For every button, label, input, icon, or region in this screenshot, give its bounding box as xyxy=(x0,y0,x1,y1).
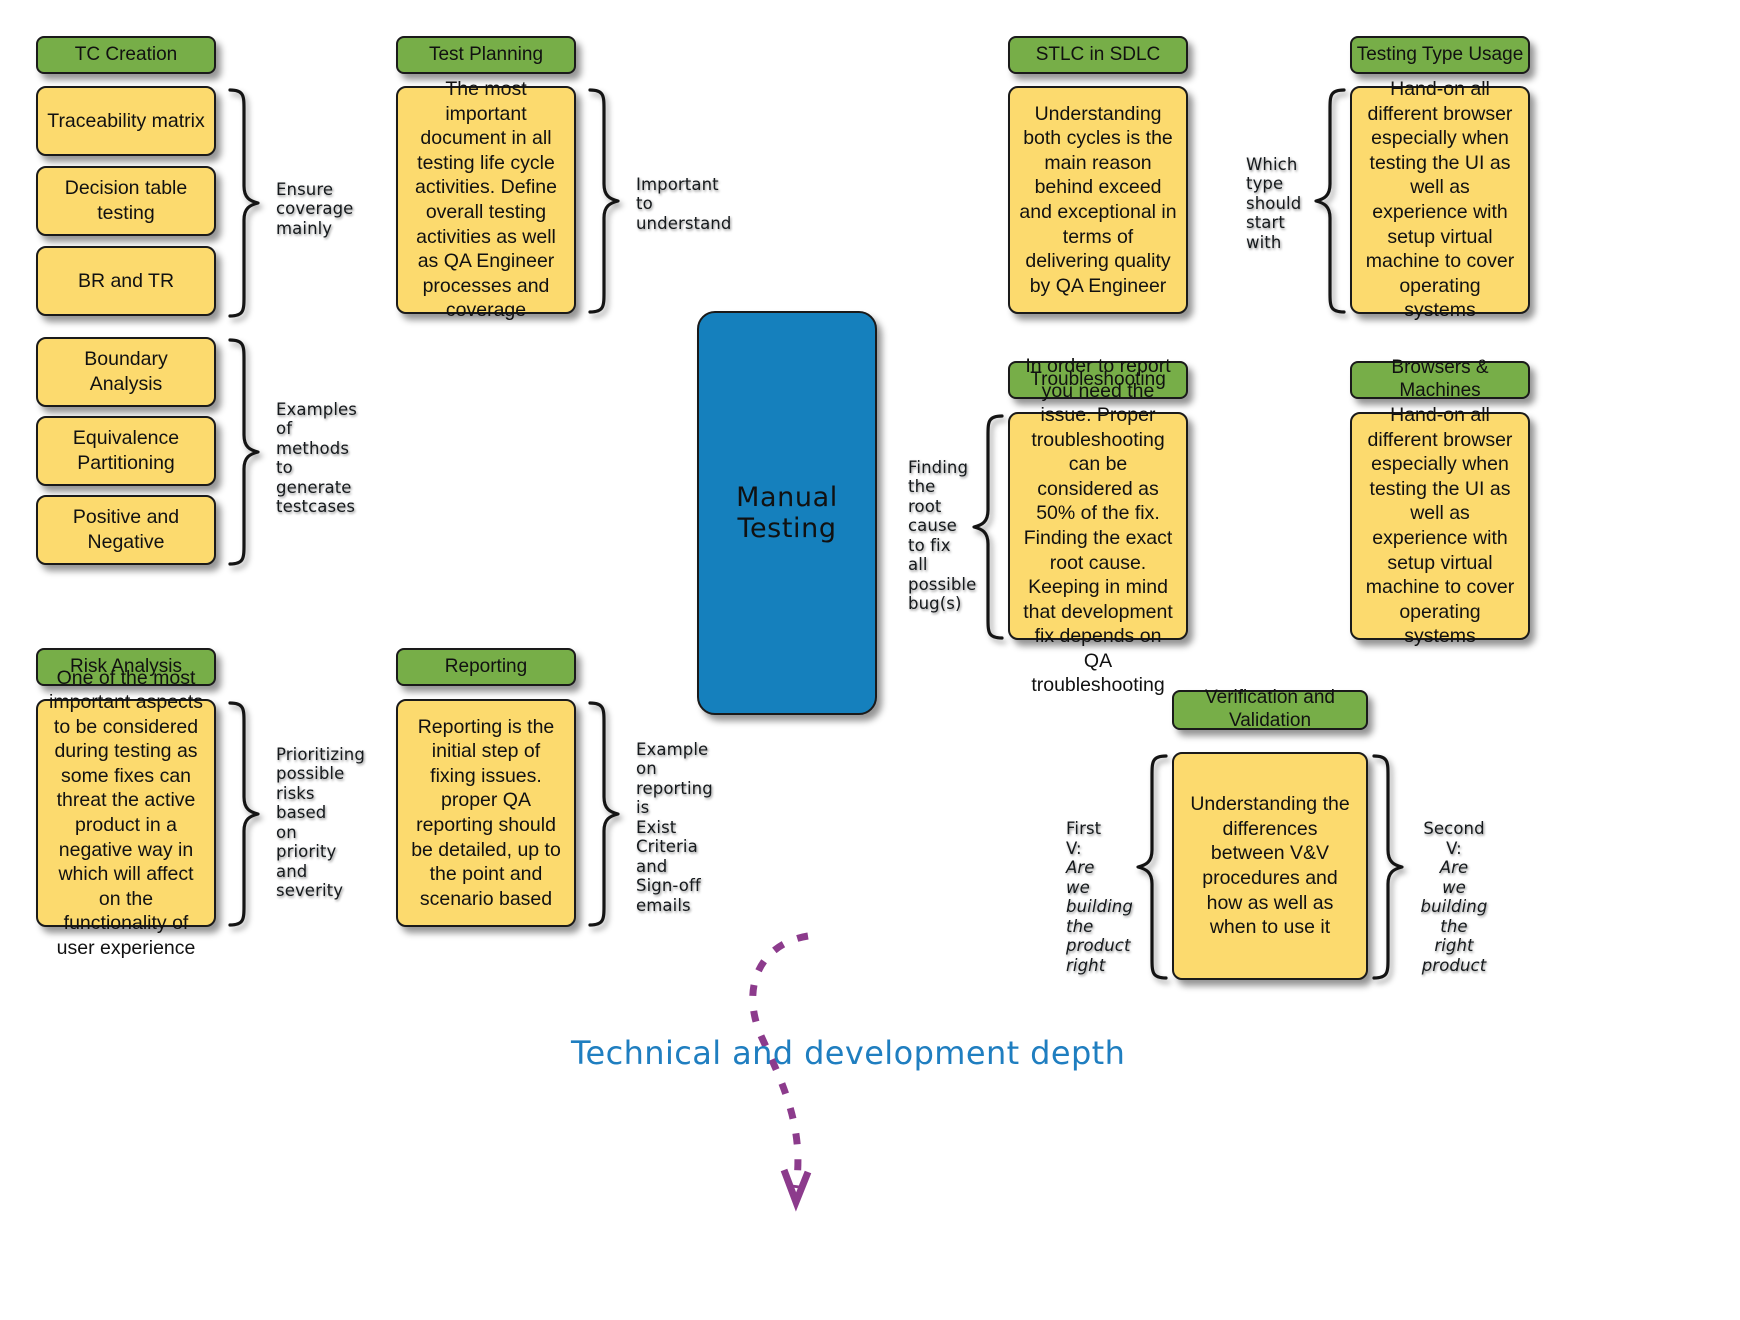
annotation-important-to-understand: Important to understand xyxy=(636,175,732,233)
node-leaf-decision-table-testing[interactable]: Decision table testing xyxy=(36,166,216,236)
node-body-stlc-in-sdlc[interactable]: Understanding both cycles is the main re… xyxy=(1008,86,1188,314)
brace-test-planning xyxy=(588,88,620,314)
node-body-risk-analysis[interactable]: One of the most important aspects to be … xyxy=(36,667,216,959)
node-body-text: Hand-on all different browser especially… xyxy=(1365,404,1515,648)
node-header-testing-type-usage[interactable]: Testing Type Usage xyxy=(1350,36,1530,74)
diagram-caption: Technical and development depth xyxy=(571,1034,1126,1072)
node-center-label: Manual Testing xyxy=(736,482,838,544)
node-leaf-traceability-matrix[interactable]: Traceability matrix xyxy=(36,86,216,156)
annotation-prioritizing-risks: Prioritizing possible risks based on pri… xyxy=(276,745,365,901)
mindmap-canvas: TC Creation Traceability matrix Decision… xyxy=(0,0,1740,1320)
node-header-label: Browsers & Machines xyxy=(1391,357,1489,401)
annotation-second-v-question: Are we building the right product xyxy=(1420,858,1488,975)
node-header-stlc-in-sdlc[interactable]: STLC in SDLC xyxy=(1008,36,1188,74)
node-leaf-label: BR and TR xyxy=(77,269,175,292)
node-body-reporting[interactable]: Reporting is the initial step of fixing … xyxy=(396,699,576,927)
node-leaf-label: Decision table testing xyxy=(64,177,188,224)
annotation-examples-of-methods: Examples of methods to generate testcase… xyxy=(276,400,357,517)
brace-verification-right xyxy=(1372,754,1404,980)
brace-risk-analysis xyxy=(228,701,260,927)
brace-tc-coverage xyxy=(228,88,260,318)
brace-reporting xyxy=(588,701,620,927)
annotation-first-v: First V: Are we building the product rig… xyxy=(1066,800,1136,995)
annotation-first-v-title: First V: xyxy=(1066,819,1102,858)
node-header-label: Reporting xyxy=(444,655,528,677)
node-body-text: In order to report you need the issue. P… xyxy=(1023,355,1173,697)
node-header-reporting[interactable]: Reporting xyxy=(396,648,576,686)
node-leaf-br-and-tr[interactable]: BR and TR xyxy=(36,246,216,316)
node-header-browsers-and-machines[interactable]: Browsers & Machines xyxy=(1350,357,1530,401)
node-leaf-label: Boundary Analysis xyxy=(84,348,168,395)
node-header-label: Testing Type Usage xyxy=(1356,43,1524,65)
node-header-label: Test Planning xyxy=(428,43,544,65)
node-body-text: Reporting is the initial step of fixing … xyxy=(411,715,561,910)
node-body-text: The most important document in all testi… xyxy=(415,78,557,322)
node-body-text: Understanding the differences between V&… xyxy=(1190,793,1350,939)
node-leaf-label: Positive and Negative xyxy=(72,506,180,553)
node-body-verification-and-validation[interactable]: Understanding the differences between V&… xyxy=(1172,752,1368,980)
node-body-test-planning[interactable]: The most important document in all testi… xyxy=(396,78,576,321)
node-leaf-equivalence-partitioning[interactable]: Equivalence Partitioning xyxy=(36,416,216,486)
node-header-label: STLC in SDLC xyxy=(1035,43,1161,65)
annotation-finding-the-root-cause: Finding the root cause to fix all possib… xyxy=(908,458,977,614)
annotation-second-v: Second V: Are we building the right prod… xyxy=(1412,800,1496,995)
node-body-text: Understanding both cycles is the main re… xyxy=(1019,102,1177,297)
node-leaf-boundary-analysis[interactable]: Boundary Analysis xyxy=(36,337,216,407)
annotation-first-v-question: Are we building the product right xyxy=(1066,858,1133,975)
node-leaf-label: Equivalence Partitioning xyxy=(72,427,180,474)
annotation-example-on-reporting: Example on reporting is Exist Criteria a… xyxy=(636,740,713,915)
dashed-flow-arrow xyxy=(749,932,812,1212)
node-header-verification-and-validation[interactable]: Verification and Validation xyxy=(1172,687,1368,731)
node-leaf-positive-and-negative[interactable]: Positive and Negative xyxy=(36,495,216,565)
node-leaf-label: Traceability matrix xyxy=(47,109,205,132)
brace-tc-methods xyxy=(228,338,260,566)
annotation-which-type-should-start-with: Which type should start with xyxy=(1246,155,1302,252)
node-header-label: Verification and Validation xyxy=(1205,687,1335,731)
node-body-browsers-and-machines[interactable]: Hand-on all different browser especially… xyxy=(1350,404,1530,647)
node-center-manual-testing[interactable]: Manual Testing xyxy=(697,311,877,715)
node-body-troubleshooting[interactable]: In order to report you need the issue. P… xyxy=(1008,355,1188,696)
node-header-tc-creation[interactable]: TC Creation xyxy=(36,36,216,74)
node-body-text: One of the most important aspects to be … xyxy=(49,666,203,959)
annotation-second-v-title: Second V: xyxy=(1423,819,1485,858)
annotation-ensure-coverage: Ensure coverage mainly xyxy=(276,180,354,238)
node-body-text: Hand-on all different browser especially… xyxy=(1365,78,1515,322)
node-body-testing-type-usage[interactable]: Hand-on all different browser especially… xyxy=(1350,78,1530,321)
node-header-test-planning[interactable]: Test Planning xyxy=(396,36,576,74)
node-header-label: TC Creation xyxy=(74,43,178,65)
